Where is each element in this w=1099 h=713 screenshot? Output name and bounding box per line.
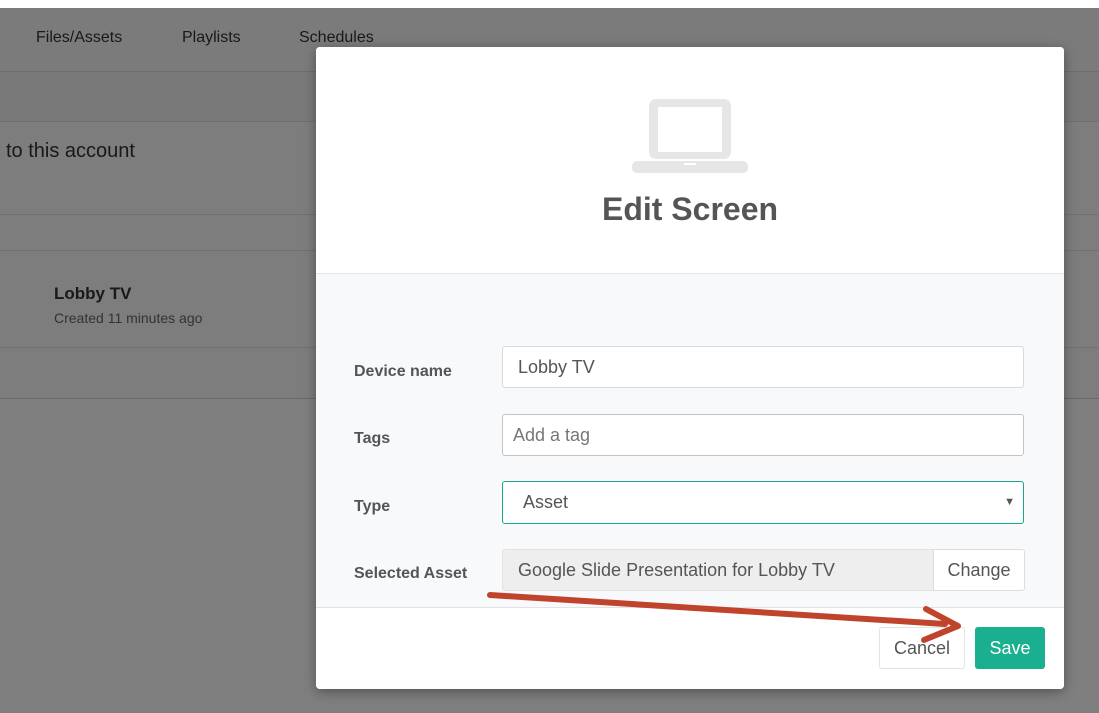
- selected-asset-label: Selected Asset: [354, 565, 468, 582]
- tags-label: Tags: [354, 430, 391, 447]
- modal-footer: Cancel Save: [316, 607, 1064, 689]
- type-select-value: Asset: [523, 492, 569, 512]
- tags-input[interactable]: Add a tag: [502, 414, 1024, 456]
- cancel-button[interactable]: Cancel: [879, 627, 965, 669]
- type-label: Type: [354, 498, 391, 515]
- laptop-icon: [632, 99, 748, 173]
- selected-asset-value: Google Slide Presentation for Lobby TV: [502, 549, 934, 591]
- modal-body: Device name Lobby TV Tags Add a tag Type…: [316, 274, 1064, 607]
- caret-down-icon: ▼: [1004, 496, 1015, 508]
- edit-screen-modal: Edit Screen Device name Lobby TV Tags Ad…: [316, 47, 1064, 689]
- top-strip: [0, 0, 1099, 8]
- device-name-label: Device name: [354, 363, 452, 380]
- modal-header: Edit Screen: [316, 47, 1064, 274]
- device-name-input[interactable]: Lobby TV: [502, 346, 1024, 388]
- save-button[interactable]: Save: [975, 627, 1045, 669]
- type-select[interactable]: Asset ▼: [502, 481, 1024, 524]
- modal-title: Edit Screen: [601, 191, 779, 227]
- change-asset-button[interactable]: Change: [933, 549, 1025, 591]
